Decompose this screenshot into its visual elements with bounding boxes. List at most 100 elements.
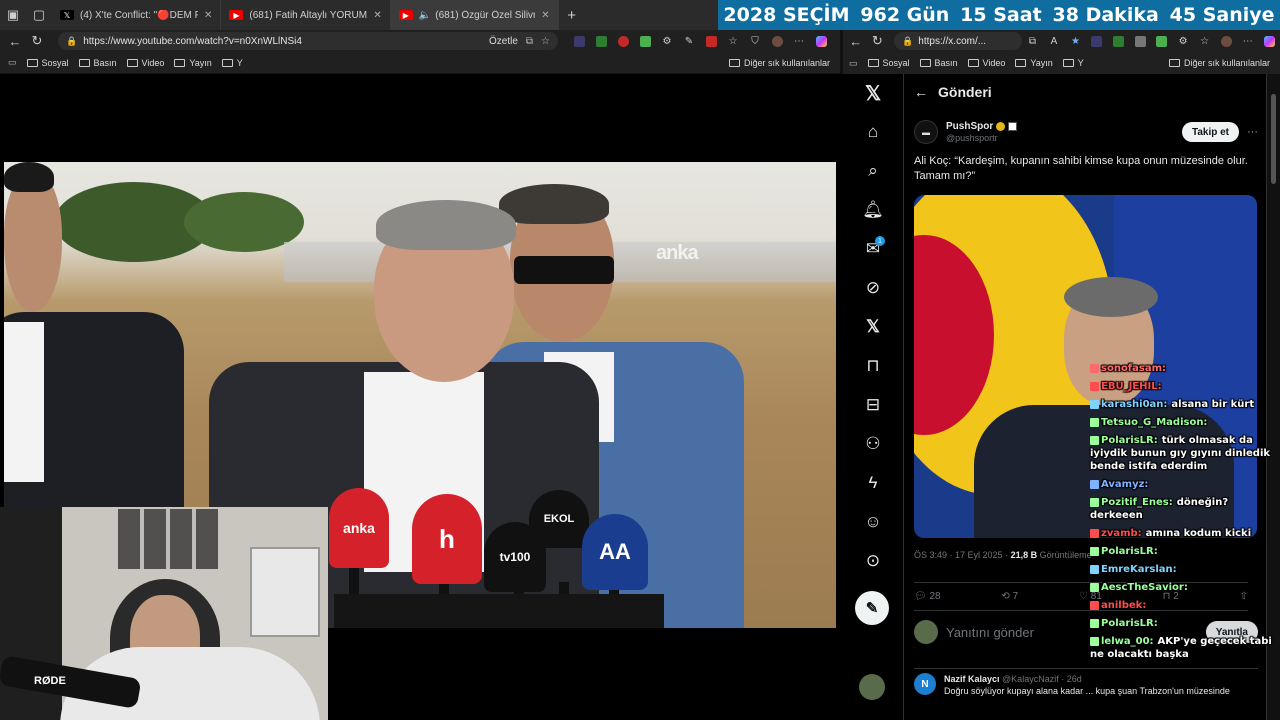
back-icon[interactable]: ←	[845, 34, 867, 49]
extension-icon[interactable]	[612, 30, 634, 52]
reply-item[interactable]: N Nazif Kalaycı @KalaycNazif · 26d Doğru…	[914, 668, 1258, 697]
reload-icon[interactable]: ↻	[26, 33, 48, 49]
close-tab-icon[interactable]: ✕	[373, 10, 381, 21]
extension-icon[interactable]: ✎	[678, 30, 700, 52]
extension-icon[interactable]	[568, 30, 590, 52]
extension-icon[interactable]	[700, 30, 722, 52]
extension-icon[interactable]	[1129, 30, 1151, 52]
folder-icon	[1168, 59, 1180, 67]
favorites-icon[interactable]: ☆	[1194, 30, 1216, 52]
sidebar-toggle-icon[interactable]: ▭	[849, 58, 858, 69]
new-tab-button[interactable]: +	[559, 7, 585, 24]
author-handle[interactable]: @pushsportr	[946, 133, 1017, 143]
left-bookmarks-bar: ▭ Sosyal Basın Video Yayın Y Diğer sık k…	[0, 52, 840, 74]
sidebar-toggle-icon[interactable]: ▭	[8, 57, 17, 68]
other-bookmarks[interactable]: Diğer sık kullanılanlar	[1168, 58, 1270, 68]
close-tab-icon[interactable]: ✕	[204, 10, 212, 21]
x-premium-icon[interactable]: 𝕏	[843, 308, 903, 346]
account-avatar[interactable]	[859, 674, 885, 700]
chat-badge-icon	[1090, 479, 1099, 489]
extension-icon[interactable]	[590, 30, 612, 52]
lock-icon: 🔒	[66, 35, 78, 46]
search-icon[interactable]: ⌕	[843, 152, 903, 190]
bookmark-sosyal[interactable]: Sosyal	[26, 58, 69, 68]
bookmark-video[interactable]: Video	[967, 58, 1005, 68]
extension-icon[interactable]: ⚙	[656, 30, 678, 52]
compose-post-button[interactable]: ✎	[855, 591, 889, 625]
follow-button[interactable]: Takip et	[1181, 122, 1239, 142]
more-icon[interactable]: ⊙	[843, 542, 903, 580]
reply-author-name[interactable]: Nazif Kalaycı	[944, 674, 1000, 684]
extension-icon[interactable]	[1151, 30, 1173, 52]
bookmark-sosyal[interactable]: Sosyal	[867, 58, 910, 68]
scrollbar-thumb[interactable]	[1271, 94, 1276, 184]
bookmark-video[interactable]: Video	[126, 58, 164, 68]
post-header: ← Gönderi	[904, 74, 1266, 110]
speaker-icon[interactable]: 🔈	[419, 10, 431, 21]
reader-icon[interactable]: ⧉	[526, 36, 533, 47]
bookmark-icon[interactable]: ⊓	[843, 347, 903, 385]
back-arrow-icon[interactable]: ←	[904, 84, 938, 100]
author-name[interactable]: PushSpor	[946, 121, 993, 132]
reply-action[interactable]: 💬︎ 28	[914, 591, 941, 602]
chat-username: Avamyz:	[1101, 479, 1149, 490]
person-hair	[1064, 277, 1158, 317]
bookmark-y[interactable]: Y	[1062, 58, 1084, 68]
shield-icon[interactable]: ⛉	[744, 30, 766, 52]
affiliate-badge-icon	[1008, 122, 1018, 131]
extension-icon[interactable]: ⧉	[1022, 30, 1044, 52]
workspaces-icon[interactable]: ▣	[0, 0, 26, 30]
bookmark-basin[interactable]: Basın	[919, 58, 958, 68]
bookmark-y[interactable]: Y	[221, 58, 243, 68]
url-input[interactable]: 🔒 https://x.com/...	[894, 32, 1022, 50]
copilot-icon[interactable]	[1258, 30, 1280, 52]
summarize-button[interactable]: Özetle	[489, 36, 518, 47]
chat-message: lelwa_00: AKP'ye geçecek tabi ne olacaktı…	[1090, 635, 1280, 661]
author-avatar[interactable]: ▬	[914, 120, 938, 144]
chat-username: PolarisLR:	[1101, 618, 1158, 629]
other-bookmarks[interactable]: Diğer sık kullanılanlar	[728, 58, 830, 68]
bell-icon[interactable]: 🔔︎	[843, 191, 903, 229]
briefcase-icon[interactable]: ⊟	[843, 386, 903, 424]
bookmark-yayin[interactable]: Yayın	[174, 58, 212, 68]
mail-icon[interactable]: ✉ 1	[843, 230, 903, 268]
more-options-icon[interactable]: ···	[1247, 126, 1258, 138]
bookmark-yayin[interactable]: Yayın	[1015, 58, 1053, 68]
url-input[interactable]: 🔒 https://www.youtube.com/watch?v=n0XnWL…	[58, 32, 558, 50]
favorite-icon[interactable]: ★	[1065, 30, 1087, 52]
extension-icon[interactable]	[1108, 30, 1130, 52]
lightning-icon[interactable]: ϟ	[843, 464, 903, 502]
extension-icon[interactable]: ⚙	[1172, 30, 1194, 52]
more-icon[interactable]: ⋯	[788, 30, 810, 52]
reload-icon[interactable]: ↻	[867, 33, 889, 49]
profile-avatar[interactable]	[766, 30, 788, 52]
reply-input[interactable]: Yanıtını gönder	[946, 625, 1034, 640]
x-logo-icon[interactable]: 𝕏	[843, 74, 903, 112]
tab-actions-icon[interactable]: ▢	[26, 0, 52, 30]
tab-x-conflict[interactable]: 𝕏 (4) X'te Conflict: "🔴DEM Parti: " ✕	[52, 0, 222, 30]
countdown-year: 2028	[723, 4, 777, 26]
extension-icon[interactable]	[1086, 30, 1108, 52]
tab-ozgur-ozel[interactable]: ▶ 🔈 (681) Özgür Özel Silivri'de a ✕	[390, 0, 559, 30]
profile-avatar[interactable]	[1215, 30, 1237, 52]
back-icon[interactable]: ←	[4, 34, 26, 49]
communities-icon[interactable]: ⚇	[843, 425, 903, 463]
chat-message: sonofasam:	[1090, 362, 1280, 375]
reply-avatar[interactable]: N	[914, 673, 936, 695]
tab-fatih-altayli[interactable]: ▶ (681) Fatih Altaylı YORUMLAYAMI ✕	[221, 0, 391, 30]
home-icon[interactable]: ⌂	[843, 113, 903, 151]
extension-icon[interactable]	[634, 30, 656, 52]
grok-icon[interactable]: ⊘	[843, 269, 903, 307]
read-aloud-icon[interactable]: A	[1043, 30, 1065, 52]
chat-username: anilbek:	[1101, 600, 1147, 611]
favorite-icon[interactable]: ☆	[541, 36, 550, 47]
bookmark-basin[interactable]: Basın	[78, 58, 117, 68]
folder-icon	[728, 58, 740, 67]
folder-icon	[1062, 59, 1074, 67]
repost-action[interactable]: ⟲ 7	[1001, 591, 1018, 602]
more-icon[interactable]: ⋯	[1237, 30, 1259, 52]
close-tab-icon[interactable]: ✕	[541, 10, 549, 21]
copilot-icon[interactable]	[810, 30, 832, 52]
favorites-icon[interactable]: ☆	[722, 30, 744, 52]
profile-icon[interactable]: ☺	[843, 503, 903, 541]
